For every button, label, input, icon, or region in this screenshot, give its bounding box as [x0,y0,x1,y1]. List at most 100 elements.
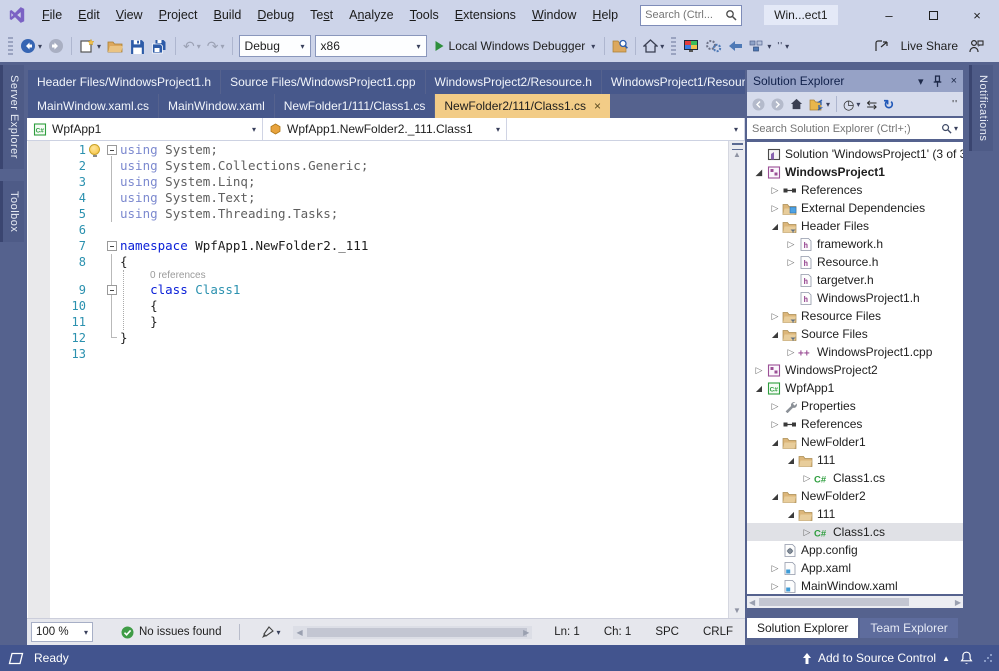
code-line[interactable]: 12} [27,330,728,346]
se-toolbar-overflow[interactable]: '' [952,99,958,110]
tree-row[interactable]: ▷References [747,181,963,199]
indent-mode-indicator[interactable]: SPC [655,626,679,638]
tree-horizontal-scrollbar[interactable]: ◀ ▶ [747,596,963,608]
menu-item-edit[interactable]: Edit [70,0,108,30]
tree-row[interactable]: ◢Source Files [747,325,963,343]
resize-grip[interactable] [983,653,993,663]
save-all-button[interactable] [148,34,171,58]
tree-expander-icon[interactable]: ▷ [769,563,781,574]
tree-expander-icon[interactable]: ◢ [769,492,781,501]
editor-horizontal-scrollbar[interactable]: ◀ ▶ [293,626,532,639]
code-line[interactable]: 3using System.Linq; [27,174,728,190]
tree-expander-icon[interactable]: ▷ [785,257,797,268]
code-editor[interactable]: 1using System;2using System.Collections.… [27,141,745,618]
tree-row[interactable]: ▷MainWindow.xaml [747,577,963,594]
tree-expander-icon[interactable]: ▷ [785,347,797,358]
scroll-left-icon[interactable]: ◀ [296,626,302,639]
close-button[interactable]: × [955,0,999,30]
codelens-references[interactable]: 0 references [27,270,728,282]
tree-expander-icon[interactable]: ▷ [769,311,781,322]
scroll-up-icon[interactable]: ▲ [733,150,741,160]
add-to-source-control-button[interactable]: Add to Source Control ▲ [802,651,950,665]
document-health-indicator[interactable]: No issues found [121,626,221,639]
tree-expander-icon[interactable]: ▷ [785,239,797,250]
maximize-button[interactable] [911,0,955,30]
code-line[interactable]: 11 } [27,314,728,330]
tree-expander-icon[interactable]: ◢ [769,438,781,447]
tree-row[interactable]: ▷App.xaml [747,559,963,577]
close-tab-icon[interactable]: × [594,99,601,113]
close-panel-icon[interactable]: × [951,75,957,87]
tree-row[interactable]: ▷Resource Files [747,307,963,325]
tree-row[interactable]: ▷References [747,415,963,433]
code-line[interactable]: 10 { [27,298,728,314]
menu-item-file[interactable]: File [34,0,70,30]
find-in-files-icon[interactable] [609,34,631,58]
menu-item-tools[interactable]: Tools [402,0,447,30]
search-input[interactable] [645,9,725,21]
scrollbar-thumb[interactable] [307,628,527,637]
dock-tab-server-explorer[interactable]: Server Explorer [0,65,24,169]
tool-window-tab-solution-explorer[interactable]: Solution Explorer [747,618,858,638]
tree-row[interactable]: ▷C#Class1.cs [747,523,963,541]
tree-row[interactable]: Solution 'WindowsProject1' (3 of 3 [747,145,963,163]
tree-row[interactable]: ▷WindowsProject2 [747,361,963,379]
menu-item-test[interactable]: Test [302,0,341,30]
redo-button[interactable]: ↷▾ [204,34,228,58]
navigate-backward-button[interactable]: ▾ [17,34,45,58]
code-line[interactable]: 4using System.Text; [27,190,728,206]
fold-collapse-icon[interactable] [107,145,117,155]
tree-expander-icon[interactable]: ◢ [785,510,797,519]
type-dropdown[interactable]: WpfApp1.NewFolder2._111.Class1▾ [263,118,507,140]
document-tab[interactable]: NewFolder1/111/Class1.cs [275,94,435,118]
tree-expander-icon[interactable]: ▷ [769,401,781,412]
se-search-input[interactable] [752,123,941,135]
toolbar-grip[interactable] [8,37,13,55]
menu-item-window[interactable]: Window [524,0,584,30]
dock-tab-toolbox[interactable]: Toolbox [0,181,24,242]
toolbar-overflow-button[interactable]: ''▾ [774,34,792,58]
send-feedback-icon[interactable] [966,34,987,58]
se-back-icon[interactable] [752,98,765,111]
save-button[interactable] [127,34,148,58]
code-line[interactable]: 9 class Class1 [27,282,728,298]
scroll-right-icon[interactable]: ▶ [955,596,961,609]
add-component-icon[interactable]: ▾ [746,34,774,58]
dock-tab-notifications[interactable]: Notifications [969,65,993,151]
pending-changes-filter-icon[interactable]: ◷▾ [843,98,860,111]
tree-row[interactable]: hWindowsProject1.h [747,289,963,307]
tree-row[interactable]: ◢111 [747,505,963,523]
solution-platforms-select[interactable]: x86▾ [315,35,427,57]
document-tab[interactable]: Header Files/WindowsProject1.h [28,70,220,94]
document-tab[interactable]: WindowsProject2/Resource.h [426,70,601,94]
code-cleanup-icon[interactable]: ▾ [258,620,283,644]
sync-with-active-document-icon[interactable]: ▾ [809,98,830,111]
navigate-forward-button[interactable] [45,34,67,58]
menu-item-project[interactable]: Project [151,0,206,30]
tree-expander-icon[interactable]: ▷ [769,185,781,196]
line-ending-indicator[interactable]: CRLF [703,626,733,638]
undo-button[interactable]: ↶▾ [180,34,204,58]
code-line[interactable]: 8{ [27,254,728,270]
quick-search-box[interactable] [640,5,742,26]
scrollbar-splitter-handle[interactable] [732,143,743,150]
tree-row[interactable]: ◢Header Files [747,217,963,235]
solution-explorer-search-box[interactable]: ▾ [747,118,963,139]
code-line[interactable]: 6 [27,222,728,238]
home-icon[interactable]: ▾ [640,34,667,58]
menu-item-view[interactable]: View [108,0,151,30]
menu-item-debug[interactable]: Debug [249,0,302,30]
fold-collapse-icon[interactable] [107,285,117,295]
live-share-icon[interactable] [871,34,893,58]
code-line[interactable]: 5using System.Threading.Tasks; [27,206,728,222]
tree-expander-icon[interactable]: ▷ [801,527,813,538]
tree-expander-icon[interactable]: ◢ [769,222,781,231]
tree-row[interactable]: ◢NewFolder1 [747,433,963,451]
scrollbar-thumb[interactable] [759,598,909,606]
tree-expander-icon[interactable]: ▷ [769,419,781,430]
search-icon[interactable] [941,123,952,134]
graphics-diagnostics-icon[interactable] [680,34,702,58]
tree-row[interactable]: ▷hframework.h [747,235,963,253]
switch-views-icon[interactable]: ⇆ [866,98,877,111]
line-indicator[interactable]: Ln: 1 [554,626,580,638]
